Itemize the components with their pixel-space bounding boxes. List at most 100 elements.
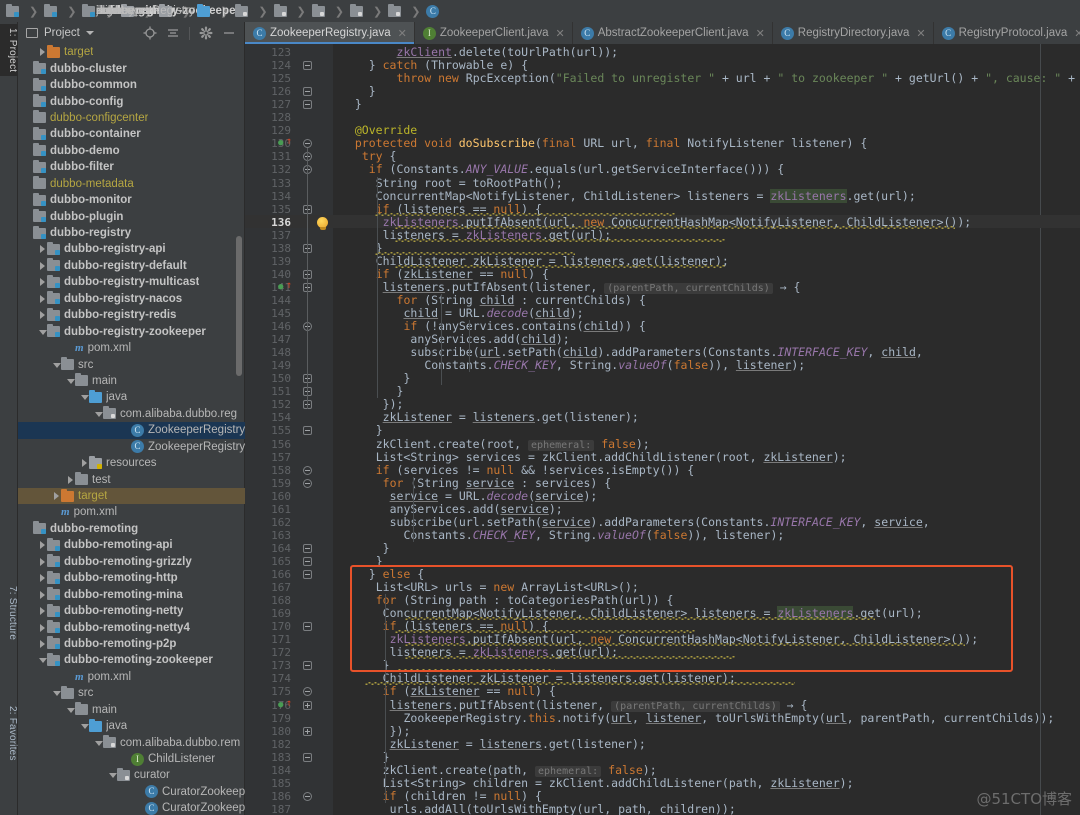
code-fold-marker[interactable] [303,87,312,96]
tree-node[interactable]: dubbo-remoting-api [18,537,245,553]
tree-expander[interactable] [38,307,47,323]
tree-node[interactable]: dubbo-monitor [18,192,245,208]
overridden-method-icon[interactable]: ● [278,138,283,148]
code-line[interactable]: 182zkListener = listeners.get(listener); [245,738,1080,751]
code-line[interactable]: 125throw new RpcException("Failed to unr… [245,72,1080,85]
tree-node[interactable]: dubbo-filter [18,159,245,175]
code-line[interactable]: 134ConcurrentMap<NotifyListener, ChildLi… [245,190,1080,203]
tree-expander[interactable] [108,767,117,783]
code-editor[interactable]: 123zkClient.delete(toUrlPath(url));124} … [245,44,1080,815]
tree-node[interactable]: mpom.xml [18,504,245,520]
tree-node[interactable]: main [18,373,245,389]
code-line[interactable]: 184zkClient.create(path, ephemeral: fals… [245,764,1080,777]
tree-expander[interactable] [66,702,75,718]
code-line[interactable]: 127} [245,98,1080,111]
tree-node[interactable]: java [18,718,245,734]
code-line[interactable]: 158if (services != null && !services.isE… [245,464,1080,477]
tree-expander[interactable] [38,258,47,274]
tree-expander[interactable] [38,603,47,619]
code-line[interactable]: 157List<String> services = zkClient.addC… [245,451,1080,464]
chevron-down-icon[interactable] [86,31,94,35]
code-fold-marker[interactable] [303,479,312,488]
editor-tab[interactable]: CRegistryProtocol.java✕ [934,22,1080,44]
tree-expander[interactable] [94,735,103,751]
tree-node[interactable]: dubbo-remoting-grizzly [18,554,245,570]
code-fold-marker[interactable] [303,100,312,109]
code-line[interactable]: 131try { [245,150,1080,163]
tree-expander[interactable] [52,357,61,373]
code-fold-marker[interactable] [303,701,312,710]
code-line[interactable]: 163Constants.CHECK_KEY, String.valueOf(f… [245,529,1080,542]
tree-expander[interactable] [66,373,75,389]
tree-node[interactable]: resources [18,455,245,471]
tree-expander[interactable] [80,718,89,734]
breadcrumb-item[interactable]: dubbo-registry [44,0,61,22]
code-line[interactable]: 159for (String service : services) { [245,477,1080,490]
breadcrumb-item[interactable]: com [235,0,252,22]
tree-node[interactable]: dubbo-registry-zookeeper [18,323,245,339]
locate-icon[interactable] [143,26,157,40]
intention-bulb-icon[interactable] [317,217,328,228]
code-fold-marker[interactable] [303,570,312,579]
tree-node[interactable]: src [18,356,245,372]
minimize-icon[interactable] [222,26,236,40]
tree-expander[interactable] [38,587,47,603]
code-line[interactable]: 138} [245,242,1080,255]
tree-expander[interactable] [66,472,75,488]
editor-tab[interactable]: IZookeeperClient.java✕ [415,22,573,44]
rail-tab-favorites[interactable]: 2: Favorites [0,702,18,765]
breadcrumb-item[interactable]: alibaba [274,0,291,22]
code-fold-marker[interactable] [303,727,312,736]
tree-node[interactable]: dubbo-remoting-mina [18,586,245,602]
code-line[interactable]: 160service = URL.decode(service); [245,490,1080,503]
tree-expander[interactable] [38,570,47,586]
code-fold-marker[interactable] [303,622,312,631]
tree-node[interactable]: dubbo-container [18,126,245,142]
code-line[interactable]: 132if (Constants.ANY_VALUE.equals(url.ge… [245,163,1080,176]
code-fold-marker[interactable] [303,426,312,435]
tree-expander[interactable] [80,455,89,471]
code-fold-marker[interactable] [303,753,312,762]
code-line[interactable]: 128 [245,111,1080,124]
code-line[interactable]: 145child = URL.decode(child); [245,307,1080,320]
tree-expander[interactable] [52,488,61,504]
tree-node[interactable]: dubbo-registry-nacos [18,291,245,307]
code-line[interactable]: 141listeners.putIfAbsent(listener, (pare… [245,281,1080,294]
tree-node[interactable]: dubbo-registry-default [18,258,245,274]
tree-node[interactable]: target [18,44,245,60]
breadcrumb-item[interactable]: dubbo [312,0,329,22]
tree-expander[interactable] [38,620,47,636]
tree-node[interactable]: curator [18,767,245,783]
breadcrumb-item[interactable]: zookeeper [388,0,405,22]
code-line[interactable]: 124} catch (Throwable e) { [245,59,1080,72]
tree-node[interactable]: dubbo-registry [18,225,245,241]
tree-node[interactable]: dubbo-remoting-netty4 [18,619,245,635]
implements-arrow-icon[interactable]: ↑ [286,698,292,709]
tree-node[interactable]: CZookeeperRegistry [18,422,245,438]
tree-expander[interactable] [80,389,89,405]
tree-expander[interactable] [52,685,61,701]
code-fold-marker[interactable] [303,61,312,70]
close-icon[interactable]: ✕ [916,27,925,40]
implements-arrow-icon[interactable]: ↑ [286,136,292,147]
tree-node[interactable]: dubbo-remoting-zookeeper [18,652,245,668]
code-fold-marker[interactable] [303,544,312,553]
tree-expander[interactable] [38,241,47,257]
code-line[interactable]: 179ZookeeperRegistry.this.notify(url, li… [245,712,1080,725]
tree-node[interactable]: com.alibaba.dubbo.reg [18,406,245,422]
tree-expander[interactable] [38,44,47,60]
code-line[interactable]: 156zkClient.create(root, ephemeral: fals… [245,438,1080,451]
code-line[interactable]: 126} [245,85,1080,98]
code-line[interactable]: 147anyServices.add(child); [245,333,1080,346]
close-icon[interactable]: ✕ [756,27,765,40]
rail-tab-structure[interactable]: 7: Structure [0,582,18,644]
project-tree-scrollbar[interactable] [236,236,242,376]
code-line[interactable]: 175if (zkListener == null) { [245,685,1080,698]
code-line[interactable]: 186if (children != null) { [245,790,1080,803]
tree-node[interactable]: dubbo-config [18,93,245,109]
code-line[interactable]: 185List<String> children = zkClient.addC… [245,777,1080,790]
tree-expander[interactable] [38,274,47,290]
tree-node[interactable]: main [18,702,245,718]
project-tree[interactable]: targetdubbo-clusterdubbo-commondubbo-con… [18,44,245,815]
tree-node[interactable]: IChildListener [18,751,245,767]
